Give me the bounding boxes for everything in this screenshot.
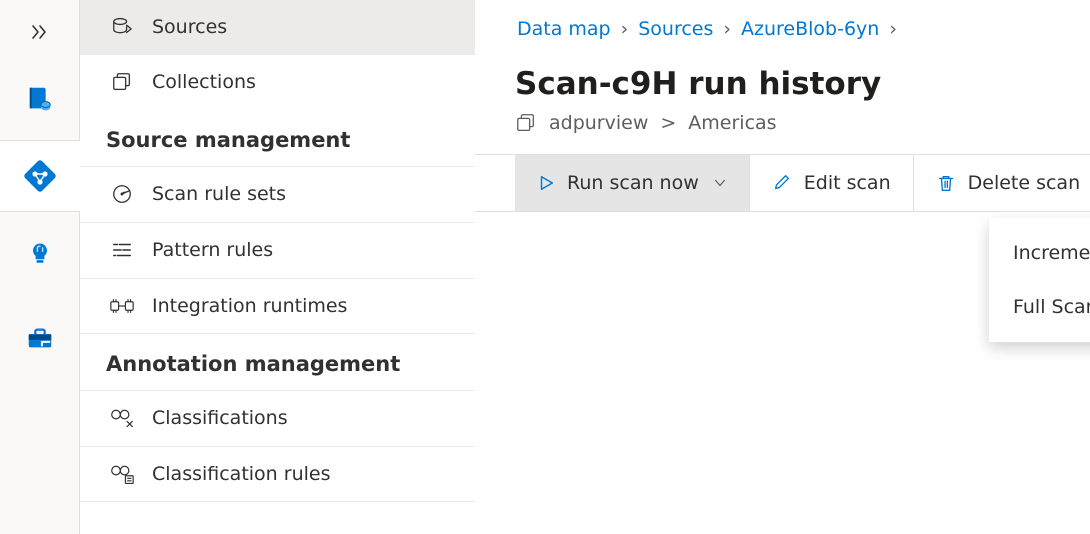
breadcrumb-segment[interactable]: Data map <box>517 18 611 40</box>
dropdown-item-incremental-scan[interactable]: Incremental scan <box>989 226 1090 280</box>
collection-child: Americas <box>688 112 776 134</box>
classification-rules-icon <box>106 463 138 485</box>
sidebar-item-integration-runtimes[interactable]: Integration runtimes <box>80 278 475 334</box>
play-icon <box>537 174 555 192</box>
chevron-down-icon <box>713 176 727 190</box>
dropdown-item-full-scan[interactable]: Full Scan <box>989 280 1090 334</box>
sidebar-item-classification-rules[interactable]: Classification rules <box>80 446 475 502</box>
sidebar-item-label: Scan rule sets <box>152 183 286 205</box>
integration-icon <box>106 296 138 316</box>
chevron-right-icon: › <box>723 18 731 40</box>
chevron-right-icon: › <box>889 18 897 40</box>
run-scan-dropdown: Incremental scan Full Scan <box>989 218 1090 342</box>
trash-icon <box>936 173 956 193</box>
button-label: Edit scan <box>804 172 891 194</box>
catalog-icon <box>25 83 55 113</box>
sidebar-item-sources[interactable]: Sources <box>80 0 475 55</box>
rail-item-insights[interactable] <box>16 230 64 278</box>
collections-icon <box>515 112 537 134</box>
sidebar-item-label: Integration runtimes <box>152 295 347 317</box>
rail-item-catalog[interactable] <box>16 74 64 122</box>
collections-icon <box>106 71 138 93</box>
data-map-icon <box>24 160 56 192</box>
run-scan-now-button[interactable]: Run scan now <box>515 155 750 211</box>
button-label: Delete scan <box>968 172 1081 194</box>
database-icon <box>106 16 138 38</box>
sidebar-section-source-management: Source management <box>80 110 475 166</box>
chevron-double-right-icon <box>30 22 50 42</box>
edit-scan-button[interactable]: Edit scan <box>750 155 914 211</box>
nav-rail <box>0 0 80 534</box>
sidebar-section-annotation-management: Annotation management <box>80 334 475 390</box>
chevron-right-icon: › <box>621 18 629 40</box>
sidebar-item-classifications[interactable]: Classifications <box>80 390 475 446</box>
collection-path: adpurview > Americas <box>515 112 1090 134</box>
sidebar-item-label: Pattern rules <box>152 239 273 261</box>
breadcrumb: Data map › Sources › AzureBlob-6yn › <box>475 0 1090 40</box>
collection-root: adpurview <box>549 112 648 134</box>
sidebar-item-label: Sources <box>152 16 227 38</box>
breadcrumb-segment[interactable]: AzureBlob-6yn <box>741 18 879 40</box>
sidebar-item-label: Classification rules <box>152 463 330 485</box>
toolbox-icon <box>25 323 55 353</box>
pattern-icon <box>106 239 138 261</box>
button-label: Run scan now <box>567 172 699 194</box>
dropdown-item-label: Full Scan <box>1013 296 1090 318</box>
toolbar: Run scan now Edit scan Delete scan <box>475 154 1090 212</box>
sidebar-item-pattern-rules[interactable]: Pattern rules <box>80 222 475 278</box>
chevron-right-icon: > <box>660 112 676 134</box>
expand-rail-button[interactable] <box>20 12 60 52</box>
radar-icon <box>106 183 138 205</box>
delete-scan-button[interactable]: Delete scan <box>914 155 1087 211</box>
rail-item-data-map[interactable] <box>0 140 80 212</box>
page-title: Scan-c9H run history <box>515 66 1090 102</box>
main-content: Data map › Sources › AzureBlob-6yn › Sca… <box>475 0 1090 534</box>
dropdown-item-label: Incremental scan <box>1013 242 1090 264</box>
classifications-icon <box>106 407 138 429</box>
rail-item-management[interactable] <box>16 314 64 362</box>
edit-icon <box>772 173 792 193</box>
sidebar-item-scan-rule-sets[interactable]: Scan rule sets <box>80 166 475 222</box>
breadcrumb-segment[interactable]: Sources <box>638 18 713 40</box>
sidebar: Sources Collections Source management Sc… <box>80 0 475 534</box>
sidebar-item-label: Classifications <box>152 407 288 429</box>
lightbulb-icon <box>26 240 54 268</box>
sidebar-item-collections[interactable]: Collections <box>80 55 475 110</box>
sidebar-item-label: Collections <box>152 71 256 93</box>
